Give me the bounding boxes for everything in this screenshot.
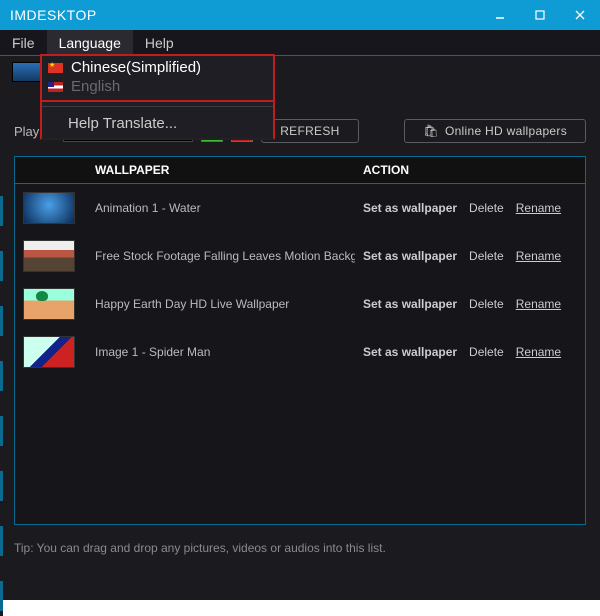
- content-area: Chinese(Simplified) English Help Transla…: [0, 56, 600, 600]
- lang-item-english[interactable]: English: [48, 77, 267, 96]
- wallpaper-thumb: [23, 240, 75, 272]
- action-set[interactable]: Set as wallpaper: [363, 345, 457, 359]
- wallpaper-table: WALLPAPER ACTION Animation 1 - WaterSet …: [14, 156, 586, 525]
- cell-thumb: [15, 192, 87, 224]
- menu-help[interactable]: Help: [133, 30, 186, 55]
- maximize-button[interactable]: [520, 0, 560, 30]
- desktop-thumbnail[interactable]: [12, 62, 42, 82]
- cell-actions: Set as wallpaper Delete Rename: [355, 297, 585, 311]
- table-header: WALLPAPER ACTION: [15, 157, 585, 184]
- action-rename[interactable]: Rename: [516, 201, 561, 215]
- window-controls: [480, 0, 600, 30]
- cell-actions: Set as wallpaper Delete Rename: [355, 345, 585, 359]
- col-action: ACTION: [355, 157, 585, 183]
- online-wallpapers-button[interactable]: 🛍 Online HD wallpapers: [404, 119, 586, 143]
- app-title: IMDESKTOP: [10, 7, 97, 23]
- close-button[interactable]: [560, 0, 600, 30]
- wallpaper-thumb: [23, 288, 75, 320]
- online-label: Online HD wallpapers: [445, 124, 567, 138]
- col-thumb: [15, 157, 87, 183]
- cell-name: Animation 1 - Water: [87, 201, 355, 215]
- tip-text: Tip: You can drag and drop any pictures,…: [0, 531, 600, 565]
- action-rename[interactable]: Rename: [516, 249, 561, 263]
- table-row[interactable]: Happy Earth Day HD Live WallpaperSet as …: [15, 280, 585, 328]
- language-highlight-box: Chinese(Simplified) English: [40, 54, 275, 102]
- table-row[interactable]: Image 1 - Spider Man Set as wallpaper Dele…: [15, 328, 585, 376]
- language-dropdown: Chinese(Simplified) English Help Transla…: [40, 56, 275, 140]
- left-edge-decoration: [0, 196, 3, 616]
- cell-thumb: [15, 336, 87, 368]
- flag-us-icon: [48, 82, 63, 92]
- action-set[interactable]: Set as wallpaper: [363, 249, 457, 263]
- lang-chinese-label: Chinese(Simplified): [71, 59, 201, 76]
- lang-english-label: English: [71, 78, 120, 95]
- cell-name: Happy Earth Day HD Live Wallpaper: [87, 297, 355, 311]
- col-wallpaper: WALLPAPER: [87, 157, 355, 183]
- gift-icon: 🛍: [423, 124, 439, 138]
- titlebar: IMDESKTOP: [0, 0, 600, 30]
- cell-name: Image 1 - Spider Man: [87, 345, 355, 359]
- menu-file[interactable]: File: [0, 30, 47, 55]
- action-set[interactable]: Set as wallpaper: [363, 297, 457, 311]
- wallpaper-thumb: [23, 192, 75, 224]
- refresh-button[interactable]: REFRESH: [261, 119, 358, 143]
- menu-language[interactable]: Language: [47, 30, 133, 55]
- cell-actions: Set as wallpaper Delete Rename: [355, 249, 585, 263]
- cell-thumb: [15, 288, 87, 320]
- cell-thumb: [15, 240, 87, 272]
- help-translate-item[interactable]: Help Translate...: [42, 111, 273, 138]
- action-rename[interactable]: Rename: [516, 297, 561, 311]
- app-window: IMDESKTOP File Language Help Chinese(Sim…: [0, 0, 600, 600]
- table-body: Animation 1 - Water Set as wallpaper Delet…: [15, 184, 585, 524]
- menubar: File Language Help: [0, 30, 600, 56]
- table-row[interactable]: Animation 1 - Water Set as wallpaper Delet…: [15, 184, 585, 232]
- cell-name: Free Stock Footage Falling Leaves Motion…: [87, 249, 355, 263]
- action-rename[interactable]: Rename: [516, 345, 561, 359]
- action-delete[interactable]: Delete: [469, 297, 504, 311]
- table-row[interactable]: Free Stock Footage Falling Leaves Motion…: [15, 232, 585, 280]
- action-delete[interactable]: Delete: [469, 345, 504, 359]
- flag-cn-icon: [48, 63, 63, 73]
- lang-item-chinese[interactable]: Chinese(Simplified): [48, 58, 267, 77]
- action-set[interactable]: Set as wallpaper: [363, 201, 457, 215]
- wallpaper-thumb: [23, 336, 75, 368]
- menu-separator: [42, 106, 273, 107]
- action-delete[interactable]: Delete: [469, 201, 504, 215]
- minimize-button[interactable]: [480, 0, 520, 30]
- action-delete[interactable]: Delete: [469, 249, 504, 263]
- cell-actions: Set as wallpaper Delete Rename: [355, 201, 585, 215]
